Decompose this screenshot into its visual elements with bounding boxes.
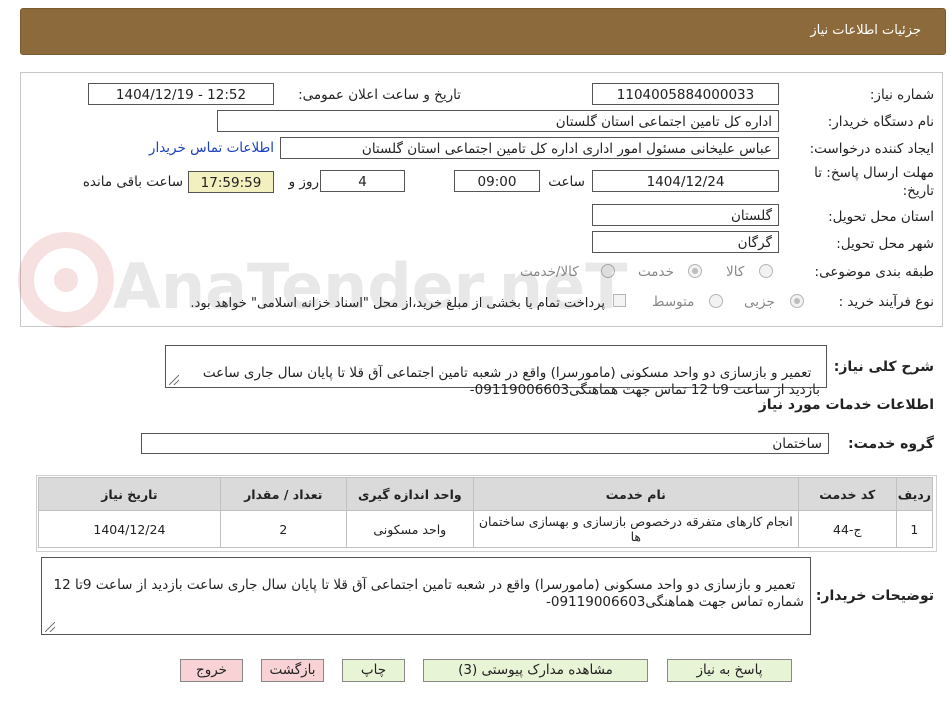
print-button[interactable]: چاپ (342, 659, 405, 682)
col-qty-header: تعداد / مقدار (219, 477, 347, 511)
need-number-field: 1104005884000033 (592, 83, 779, 105)
cell-date: 1404/12/24 (38, 510, 221, 548)
table-header-row: ردیف کد خدمت نام خدمت واحد اندازه گیری ت… (38, 477, 934, 511)
cell-code: ج-44 (797, 510, 897, 548)
city-field: گرگان (592, 231, 779, 253)
col-name-header: نام خدمت (472, 477, 799, 511)
buyer-notes-textarea[interactable]: تعمیر و بازسازی دو واحد مسکونی (مامورسرا… (41, 557, 811, 635)
announce-label: تاریخ و ساعت اعلان عمومی: (298, 87, 461, 103)
deadline-time-field: 09:00 (454, 170, 540, 192)
category-radio-service[interactable] (688, 264, 702, 278)
category-goods-service-label: کالا/خدمت (520, 264, 579, 280)
col-date-header: تاریخ نیاز (38, 477, 221, 511)
buyer-notes-text: تعمیر و بازسازی دو واحد مسکونی (مامورسرا… (49, 577, 804, 610)
buyer-notes-label: توضیحات خریدار: (815, 588, 934, 604)
col-row-header: ردیف (895, 477, 934, 511)
requester-label: ایجاد کننده درخواست: (809, 141, 934, 157)
resize-grip-icon[interactable] (45, 622, 55, 632)
description-label: شرح کلی نیاز: (833, 359, 934, 375)
service-group-label: گروه خدمت: (848, 436, 934, 452)
process-label: نوع فرآیند خرید : (838, 294, 934, 310)
category-service-label: خدمت (638, 264, 674, 280)
days-remaining-field: 4 (320, 170, 405, 192)
buyer-org-label: نام دستگاه خریدار: (827, 114, 934, 130)
deadline-label: مهلت ارسال پاسخ: تا (814, 165, 934, 181)
province-label: استان محل تحویل: (828, 209, 934, 225)
payment-note: پرداخت تمام یا بخشی از مبلغ خرید،از محل … (190, 296, 605, 311)
requester-field: عباس علیخانی مسئول امور اداری اداره کل ت… (280, 137, 779, 159)
process-minor-label: جزیی (744, 294, 775, 310)
col-unit-header: واحد اندازه گیری (345, 477, 474, 511)
deadline-date-field: 1404/12/24 (592, 170, 779, 192)
title-bar: جزئیات اطلاعات نیاز (20, 8, 946, 55)
col-code-header: کد خدمت (797, 477, 897, 511)
process-medium-label: متوسط (652, 294, 695, 310)
deadline-label-date: تاریخ: (902, 183, 934, 199)
category-radio-goods-service[interactable] (601, 264, 615, 278)
reply-button[interactable]: پاسخ به نیاز (667, 659, 792, 682)
category-label: طبقه بندی موضوعی: (814, 264, 934, 280)
category-goods-label: کالا (726, 264, 745, 280)
city-label: شهر محل تحویل: (836, 236, 934, 252)
cell-qty: 2 (219, 510, 347, 548)
resize-grip-icon[interactable] (169, 375, 179, 385)
province-field: گلستان (592, 204, 779, 226)
announce-field: 1404/12/19 - 12:52 (88, 83, 274, 105)
page-title: جزئیات اطلاعات نیاز (810, 23, 921, 38)
process-radio-minor[interactable] (790, 294, 804, 308)
service-group-field: ساختمان (141, 433, 829, 454)
cell-name: انجام کارهای متفرقه درخصوص بازسازی و بهس… (472, 510, 799, 548)
buyer-org-field: اداره کل تامین اجتماعی استان گلستان (217, 110, 779, 132)
remaining-time-field: 17:59:59 (188, 171, 274, 193)
description-textarea[interactable]: تعمیر و بازسازی دو واحد مسکونی (مامورسرا… (165, 345, 827, 398)
description-text: تعمیر و بازسازی دو واحد مسکونی (مامورسرا… (198, 365, 820, 398)
exit-button[interactable]: خروج (180, 659, 243, 682)
category-radio-goods[interactable] (759, 264, 773, 278)
cell-row: 1 (895, 510, 934, 548)
remaining-label: ساعت باقی مانده (82, 174, 183, 190)
deadline-time-label: ساعت (548, 174, 585, 190)
table-row: 1 ج-44 انجام کارهای متفرقه درخصوص بازساز… (38, 510, 934, 548)
view-attachments-button[interactable]: مشاهده مدارک پیوستی (3) (423, 659, 648, 682)
treasury-bond-checkbox[interactable] (613, 294, 626, 307)
services-section-title: اطلاعات خدمات مورد نیاز (758, 397, 934, 413)
cell-unit: واحد مسکونی (345, 510, 474, 548)
services-table: ردیف کد خدمت نام خدمت واحد اندازه گیری ت… (38, 477, 934, 548)
back-button[interactable]: بازگشت (261, 659, 324, 682)
process-radio-medium[interactable] (709, 294, 723, 308)
days-label: روز و (288, 174, 319, 190)
need-number-label: شماره نیاز: (869, 87, 934, 103)
buyer-contact-link[interactable]: اطلاعات تماس خریدار (149, 140, 274, 156)
